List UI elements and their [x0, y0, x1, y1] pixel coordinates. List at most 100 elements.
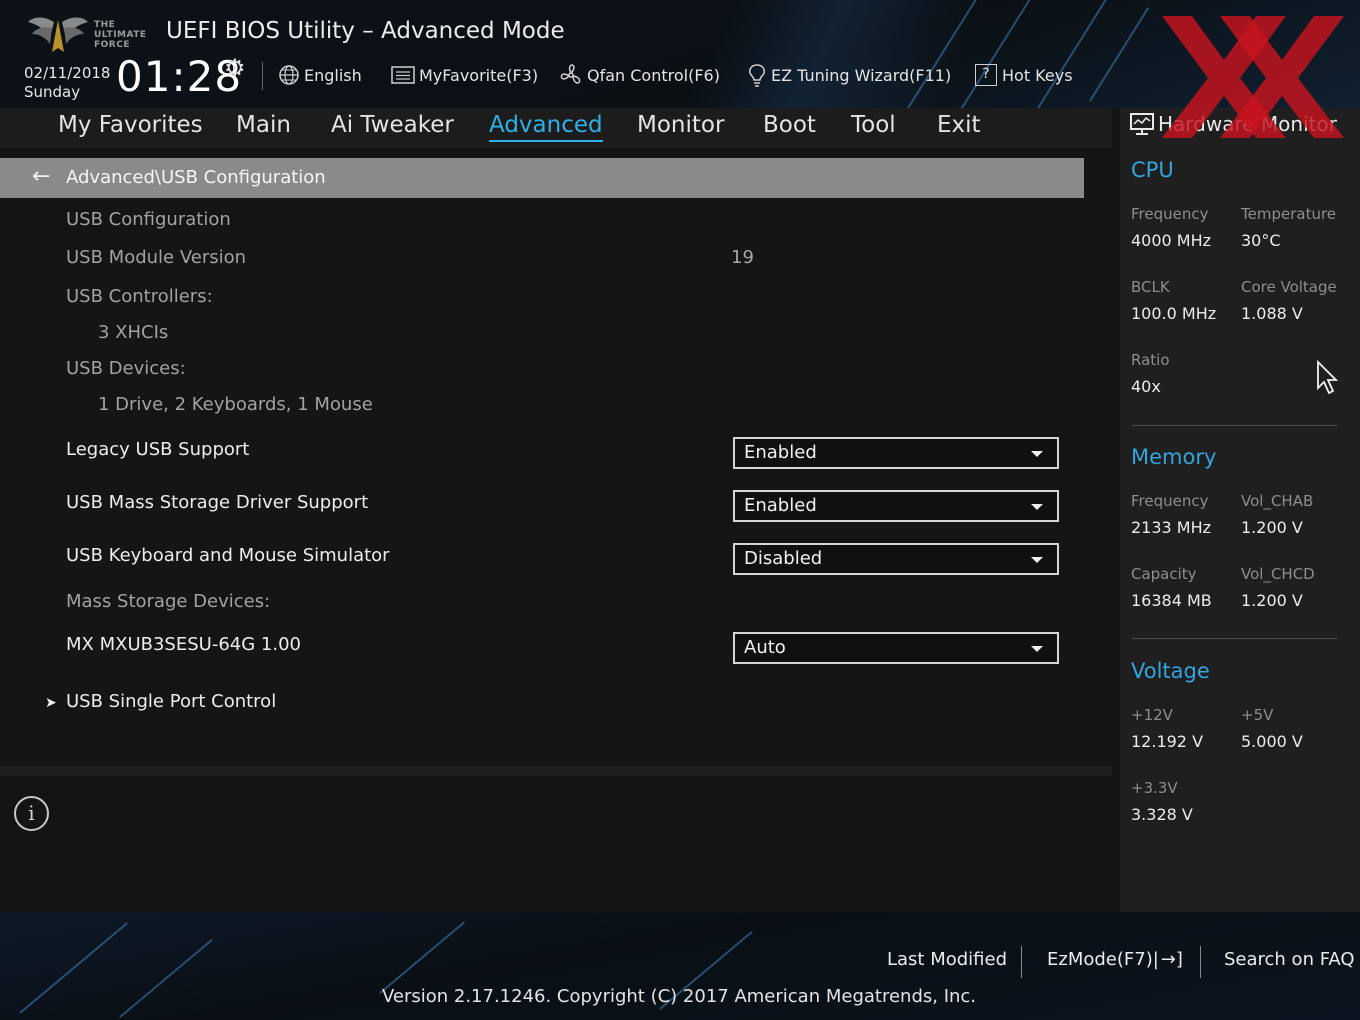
tab-boot[interactable]: Boot: [763, 112, 816, 140]
monitor-icon: [1130, 113, 1154, 135]
help-box-icon: ?: [975, 64, 997, 86]
legacy-usb-support-value: Enabled: [744, 442, 817, 463]
help-panel: i: [0, 776, 1112, 912]
day-text: Sunday: [24, 83, 81, 101]
usb-keyboard-mouse-simulator-label[interactable]: USB Keyboard and Mouse Simulator: [66, 545, 390, 566]
usb-mass-storage-driver-select[interactable]: Enabled: [733, 490, 1059, 522]
tab-advanced[interactable]: Advanced: [489, 112, 603, 142]
tab-main[interactable]: Main: [236, 112, 291, 140]
language-button[interactable]: English: [278, 62, 362, 88]
header-divider: [262, 62, 263, 90]
memory-frequency-value: 2133 MHz: [1131, 518, 1212, 537]
hardware-monitor-header: Hardware Monitor: [1130, 112, 1337, 136]
bclk-label: BCLK: [1131, 278, 1170, 296]
date-display: 02/11/2018 Sunday: [24, 64, 110, 102]
version-text: Version 2.17.1246. Copyright (C) 2017 Am…: [0, 986, 1360, 1007]
info-icon: i: [14, 796, 49, 831]
cpu-section-title: CPU: [1131, 158, 1174, 182]
decor-streak: [1089, 7, 1150, 102]
mass-storage-devices-label: Mass Storage Devices:: [66, 591, 271, 612]
app-title: UEFI BIOS Utility – Advanced Mode: [166, 18, 565, 44]
v12-value: 12.192 V: [1131, 732, 1204, 751]
cpu-temperature-value: 30°C: [1241, 231, 1281, 250]
mass-storage-device-value: Auto: [744, 637, 786, 658]
tab-monitor[interactable]: Monitor: [637, 112, 724, 140]
last-modified-button[interactable]: Last Modified: [887, 949, 1007, 970]
cpu-temperature-label: Temperature: [1241, 205, 1337, 223]
ez-tuning-wizard-button[interactable]: EZ Tuning Wizard(F11): [747, 62, 951, 88]
v12-label: +12V: [1131, 706, 1173, 724]
tuf-logo: THE ULTIMATE FORCE: [26, 8, 150, 58]
chevron-down-icon: [1031, 646, 1043, 652]
decor-streak: [1029, 0, 1111, 108]
decor-streak: [379, 921, 465, 994]
core-voltage-value: 1.088 V: [1241, 304, 1303, 323]
gear-icon[interactable]: ⚙: [224, 54, 246, 82]
usb-module-version-label: USB Module Version: [66, 247, 247, 268]
mass-storage-device-select[interactable]: Auto: [733, 632, 1059, 664]
qfan-control-label: Qfan Control(F6): [587, 65, 720, 85]
mass-storage-device-label[interactable]: MX MXUB3SESU-64G 1.00: [66, 634, 301, 655]
tab-tool[interactable]: Tool: [851, 112, 896, 140]
tab-my-favorites[interactable]: My Favorites: [58, 112, 203, 140]
section-divider: [1132, 638, 1338, 639]
bclk-value: 100.0 MHz: [1131, 304, 1217, 323]
tab-ai-tweaker[interactable]: Ai Tweaker: [331, 112, 454, 140]
fan-icon: [560, 64, 581, 84]
exit-arrow-icon: →]: [1160, 949, 1183, 970]
language-label: English: [304, 65, 362, 85]
version-label: Version 2.17.1246. Copyright (C) 2017 Am…: [381, 986, 977, 1007]
ezmode-button[interactable]: EzMode(F7)| →]: [1047, 949, 1183, 970]
qfan-control-button[interactable]: Qfan Control(F6): [559, 62, 720, 88]
voltage-section-title: Voltage: [1131, 659, 1210, 683]
globe-icon: [279, 65, 299, 85]
cpu-frequency-label: Frequency: [1131, 205, 1209, 223]
v5-value: 5.000 V: [1241, 732, 1303, 751]
usb-single-port-control-link[interactable]: USB Single Port Control: [66, 691, 276, 712]
tab-exit[interactable]: Exit: [937, 112, 981, 140]
decor-streak: [959, 0, 1036, 108]
hot-keys-button[interactable]: ? Hot Keys: [975, 62, 1073, 88]
back-arrow-icon[interactable]: ←: [32, 164, 50, 189]
date-text: 02/11/2018: [24, 64, 111, 82]
tuf-wings-icon: [28, 17, 88, 52]
section-divider: [1132, 425, 1338, 426]
capacity-label: Capacity: [1131, 565, 1197, 583]
hardware-monitor-title: Hardware Monitor: [1158, 112, 1337, 136]
footer-divider: [1021, 946, 1022, 978]
usb-keyboard-mouse-simulator-select[interactable]: Disabled: [733, 543, 1059, 575]
breadcrumb: ← Advanced\USB Configuration: [0, 158, 1084, 198]
ratio-value: 40x: [1131, 377, 1161, 396]
footer-divider: [1200, 946, 1201, 978]
hardware-monitor-panel: Hardware Monitor CPU Frequency Temperatu…: [1120, 108, 1360, 912]
v33-value: 3.328 V: [1131, 805, 1193, 824]
vol-chab-value: 1.200 V: [1241, 518, 1303, 537]
usb-mass-storage-driver-value: Enabled: [744, 495, 817, 516]
usb-mass-storage-driver-label[interactable]: USB Mass Storage Driver Support: [66, 492, 368, 513]
brand-text: THE ULTIMATE FORCE: [94, 20, 147, 50]
cpu-frequency-value: 4000 MHz: [1131, 231, 1212, 250]
chevron-down-icon: [1031, 557, 1043, 563]
usb-controllers-label: USB Controllers:: [66, 286, 213, 307]
memory-section-title: Memory: [1131, 445, 1217, 469]
usb-controllers-value: 3 XHCIs: [98, 322, 169, 343]
vol-chab-label: Vol_CHAB: [1241, 492, 1314, 510]
usb-devices-value: 1 Drive, 2 Keyboards, 1 Mouse: [98, 394, 373, 415]
hot-keys-label: Hot Keys: [1002, 65, 1073, 85]
legacy-usb-support-label[interactable]: Legacy USB Support: [66, 439, 249, 460]
breadcrumb-text: Advanced\USB Configuration: [66, 167, 326, 188]
myfavorite-button[interactable]: MyFavorite(F3): [391, 62, 538, 88]
ezmode-label: EzMode(F7)|: [1047, 949, 1159, 970]
legacy-usb-support-select[interactable]: Enabled: [733, 437, 1059, 469]
memory-frequency-label: Frequency: [1131, 492, 1209, 510]
usb-keyboard-mouse-simulator-value: Disabled: [744, 548, 823, 569]
top-bar: THE ULTIMATE FORCE UEFI BIOS Utility – A…: [0, 0, 1360, 108]
main-tabs: My Favorites Main Ai Tweaker Advanced Mo…: [0, 108, 1112, 148]
chevron-down-icon: [1031, 504, 1043, 510]
search-faq-button[interactable]: Search on FAQ: [1224, 949, 1355, 970]
lightbulb-icon: [749, 64, 765, 87]
myfavorite-label: MyFavorite(F3): [419, 65, 539, 85]
capacity-value: 16384 MB: [1131, 591, 1212, 610]
ratio-label: Ratio: [1131, 351, 1170, 369]
vol-chcd-value: 1.200 V: [1241, 591, 1303, 610]
